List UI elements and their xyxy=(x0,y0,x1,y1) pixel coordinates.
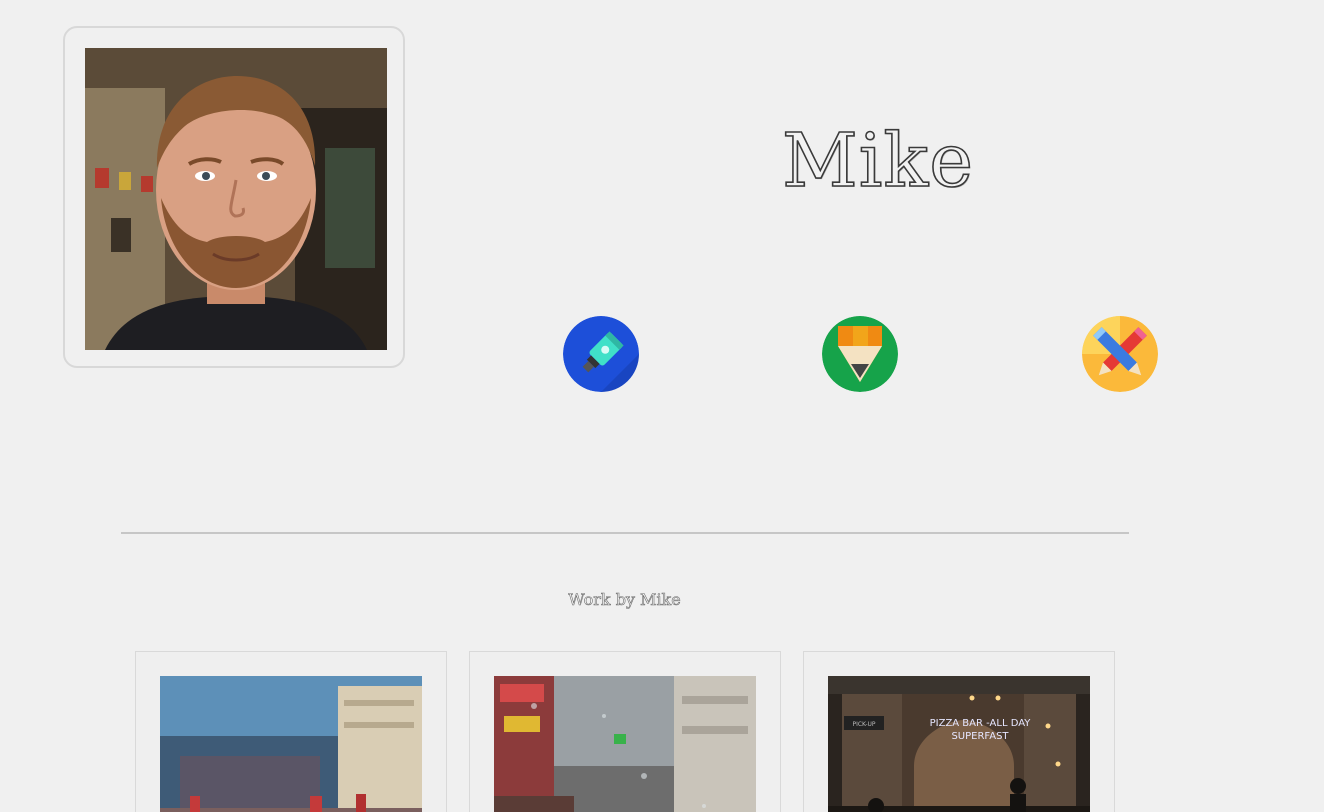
crossed-pencils-icon[interactable] xyxy=(1082,316,1158,392)
work-image-piccadilly-painting xyxy=(160,676,422,812)
profile-name: Mike xyxy=(781,117,975,205)
paint-tube-icon[interactable] xyxy=(563,316,639,392)
work-image-rainy-street-window xyxy=(494,676,756,812)
work-section-title: Work by Mike xyxy=(568,590,681,610)
pencil-tip-icon[interactable] xyxy=(822,316,898,392)
pizza-pickup-sign: PICK-UP xyxy=(852,721,875,728)
profile-photo-card xyxy=(63,26,405,368)
profile-page: Mike Work by Mike PICK-UP PIZZA BAR -ALL… xyxy=(0,0,1324,812)
work-card-1[interactable] xyxy=(135,651,447,812)
section-divider xyxy=(121,532,1129,534)
work-image-pizza-bar-storefront: PICK-UP PIZZA BAR -ALL DAY SUPERFAST xyxy=(828,676,1090,812)
profile-photo xyxy=(85,48,387,350)
pizza-sign-line1: PIZZA BAR -ALL DAY xyxy=(930,718,1032,729)
work-card-2[interactable] xyxy=(469,651,781,812)
work-card-3[interactable]: PICK-UP PIZZA BAR -ALL DAY SUPERFAST xyxy=(803,651,1115,812)
pizza-sign-line2: SUPERFAST xyxy=(951,731,1009,742)
